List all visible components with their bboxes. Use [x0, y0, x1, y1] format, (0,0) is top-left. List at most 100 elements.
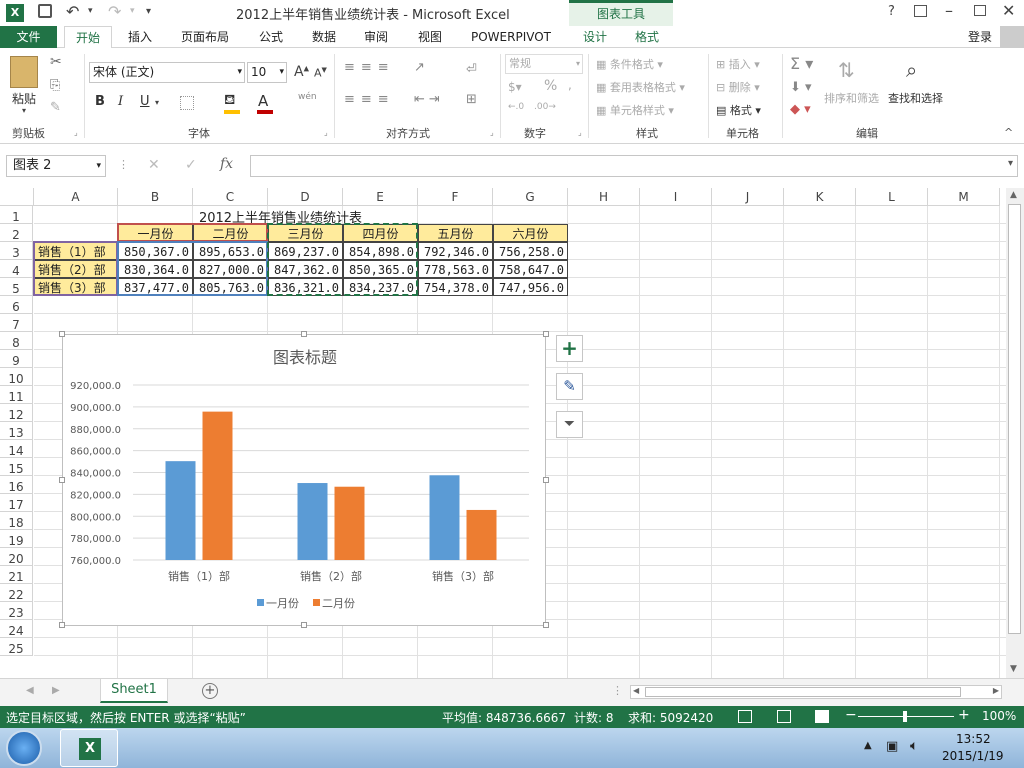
- horizontal-align-icons[interactable]: ≡≡≡: [344, 92, 395, 107]
- vertical-scroll-thumb[interactable]: [1008, 204, 1021, 634]
- vertical-align-icons[interactable]: ≡≡≡: [344, 60, 395, 75]
- horizontal-scroll-thumb[interactable]: [645, 687, 961, 697]
- row-header[interactable]: 21: [0, 566, 33, 584]
- bar-1-3[interactable]: [429, 475, 460, 560]
- find-select-icon[interactable]: ⌕: [906, 58, 917, 82]
- name-box[interactable]: 图表 2 ▾: [6, 155, 106, 177]
- data-cell[interactable]: 747,956.0: [493, 278, 568, 296]
- data-cell[interactable]: 836,321.0: [268, 278, 343, 296]
- data-cell[interactable]: 827,000.0: [193, 260, 268, 278]
- y-tick-label[interactable]: 820,000.0: [70, 490, 121, 501]
- paste-button[interactable]: 粘贴: [12, 90, 36, 107]
- legend-swatch[interactable]: [313, 599, 320, 606]
- resize-handle-b[interactable]: [301, 622, 307, 628]
- row-header[interactable]: 22: [0, 584, 33, 602]
- y-tick-label[interactable]: 780,000.0: [70, 534, 121, 545]
- delete-cells-button[interactable]: ⊟ 删除 ▾: [716, 79, 760, 95]
- column-label-cell[interactable]: 二月份: [193, 224, 268, 242]
- column-header[interactable]: C: [193, 188, 268, 206]
- vertical-scrollbar[interactable]: ▲ ▼: [1006, 188, 1024, 678]
- bar-2-1[interactable]: [202, 411, 233, 560]
- paste-dropdown-icon[interactable]: ▾: [22, 106, 26, 115]
- cut-icon[interactable]: ✂: [50, 54, 62, 70]
- legend-label[interactable]: 二月份: [322, 597, 355, 610]
- column-header[interactable]: B: [118, 188, 193, 206]
- data-cell[interactable]: 758,647.0: [493, 260, 568, 278]
- customize-qat-icon[interactable]: ▾: [146, 6, 151, 17]
- tray-expand-icon[interactable]: ▲: [864, 740, 872, 751]
- undo-icon[interactable]: ↶: [66, 2, 79, 21]
- chart-filter-icon[interactable]: ⏷: [556, 411, 583, 438]
- tab-home[interactable]: 开始: [64, 26, 112, 49]
- row-header[interactable]: 25: [0, 638, 33, 656]
- row-header[interactable]: 2: [0, 224, 33, 242]
- formula-input[interactable]: ▾: [250, 155, 1018, 177]
- insert-cells-button[interactable]: ⊞ 插入 ▾: [716, 56, 760, 72]
- fill-color-icon[interactable]: ⛾: [224, 92, 235, 110]
- page-break-view-icon[interactable]: [815, 710, 829, 723]
- column-header[interactable]: D: [268, 188, 343, 206]
- confirm-entry-icon[interactable]: ✓: [185, 157, 197, 173]
- resize-handle-l[interactable]: [59, 477, 65, 483]
- status-sum[interactable]: 求和: 5092420: [628, 709, 713, 726]
- increase-decimal-icon[interactable]: ←.0: [508, 102, 524, 112]
- chart-title[interactable]: 图表标题: [273, 348, 337, 367]
- increase-font-icon[interactable]: A▲: [294, 64, 309, 80]
- bar-2-2[interactable]: [334, 486, 365, 560]
- format-painter-icon[interactable]: ✎: [50, 100, 61, 115]
- comma-icon[interactable]: ,: [568, 78, 572, 92]
- x-tick-label[interactable]: 销售（2）部: [300, 569, 362, 583]
- row-header[interactable]: 17: [0, 494, 33, 512]
- tab-formulas[interactable]: 公式: [250, 26, 292, 48]
- resize-handle-t[interactable]: [301, 331, 307, 337]
- row-header[interactable]: 10: [0, 368, 33, 386]
- data-cell[interactable]: 850,367.0: [118, 242, 193, 260]
- row-header[interactable]: 23: [0, 602, 33, 620]
- y-tick-label[interactable]: 920,000.0: [70, 381, 121, 392]
- zoom-in-icon[interactable]: +: [958, 707, 970, 723]
- row-header[interactable]: 7: [0, 314, 33, 332]
- y-tick-label[interactable]: 900,000.0: [70, 403, 121, 414]
- chart-elements-icon[interactable]: +: [556, 335, 583, 362]
- phonetic-icon[interactable]: wén: [298, 92, 317, 102]
- chart-styles-icon[interactable]: ✎: [556, 373, 583, 400]
- row-header[interactable]: 20: [0, 548, 33, 566]
- number-format-select[interactable]: 常规 ▾: [505, 54, 583, 74]
- italic-button[interactable]: I: [118, 94, 123, 109]
- clock-time[interactable]: 13:52: [956, 732, 991, 746]
- volume-icon[interactable]: 🔈︎: [910, 738, 918, 754]
- row-header[interactable]: 24: [0, 620, 33, 638]
- column-header[interactable]: L: [856, 188, 928, 206]
- legend-swatch[interactable]: [257, 599, 264, 606]
- column-header[interactable]: G: [493, 188, 568, 206]
- network-icon[interactable]: ▣: [886, 739, 898, 754]
- bar-1-2[interactable]: [297, 483, 328, 560]
- row-header[interactable]: 1: [0, 206, 33, 224]
- y-tick-label[interactable]: 760,000.0: [70, 556, 121, 567]
- y-tick-label[interactable]: 800,000.0: [70, 512, 121, 523]
- row-header[interactable]: 19: [0, 530, 33, 548]
- column-header[interactable]: E: [343, 188, 418, 206]
- column-header[interactable]: I: [640, 188, 712, 206]
- find-select-button[interactable]: 查找和选择: [888, 90, 943, 106]
- data-cell[interactable]: 778,563.0: [418, 260, 493, 278]
- row-header[interactable]: 14: [0, 440, 33, 458]
- minimize-icon[interactable]: –: [945, 1, 953, 20]
- zoom-level[interactable]: 100%: [982, 709, 1016, 723]
- data-cell[interactable]: 834,237.0: [343, 278, 418, 296]
- row-label-cell[interactable]: 销售（1）部: [34, 242, 118, 260]
- tab-data[interactable]: 数据: [302, 26, 346, 48]
- font-name-select[interactable]: 宋体 (正文) ▾: [89, 62, 245, 83]
- orientation-icon[interactable]: ↗: [414, 60, 425, 75]
- tab-design[interactable]: 设计: [574, 26, 616, 48]
- insert-function-icon[interactable]: fx: [220, 156, 233, 172]
- row-header[interactable]: 9: [0, 350, 33, 368]
- zoom-out-icon[interactable]: −: [845, 707, 857, 723]
- indent-icons[interactable]: ⇤⇥: [414, 92, 444, 107]
- data-cell[interactable]: 850,365.0: [343, 260, 418, 278]
- x-tick-label[interactable]: 销售（1）部: [168, 569, 230, 583]
- scroll-right-icon[interactable]: ▶: [993, 686, 999, 695]
- data-cell[interactable]: 854,898.0: [343, 242, 418, 260]
- resize-handle-r[interactable]: [543, 477, 549, 483]
- tab-review[interactable]: 审阅: [354, 26, 398, 48]
